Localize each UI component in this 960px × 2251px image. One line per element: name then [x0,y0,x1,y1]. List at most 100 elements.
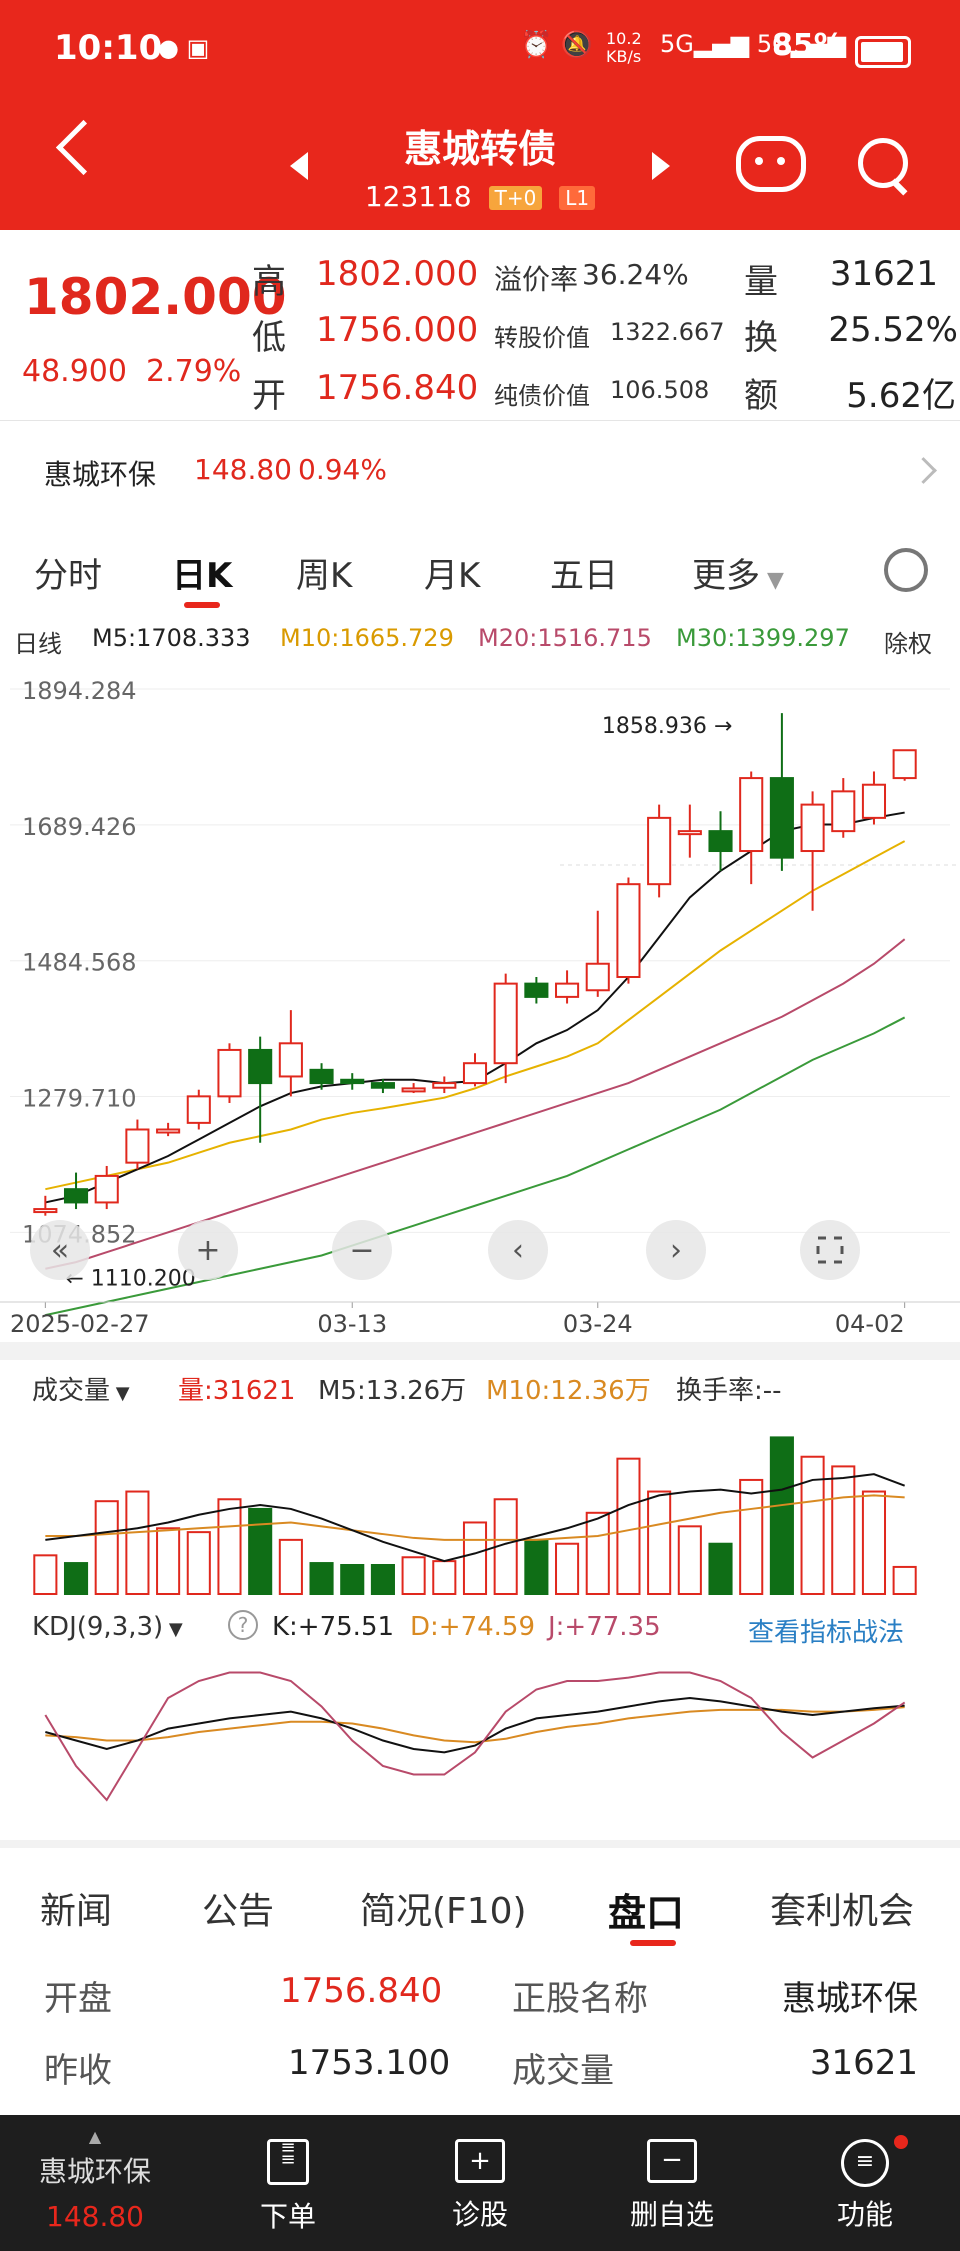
candle-body [33,1208,58,1214]
volume-bar [616,1457,641,1595]
nav-functions-label: 功能 [836,2198,893,2231]
tab-announcements[interactable]: 公告 [202,1882,274,1934]
tab-order-book[interactable]: 盘口 [608,1882,684,1937]
tab-f10[interactable]: 简况(F10) [360,1882,527,1934]
nav-order[interactable]: ≡ ≡ 下单 [218,2115,358,2251]
battery-icon [855,36,911,68]
volume-bar [647,1490,672,1595]
candle-body [800,803,825,853]
tab-arbitrage[interactable]: 套利机会 [770,1882,914,1934]
ma10-label: M10:1665.729 [280,624,454,652]
tab-weekly-k[interactable]: 周K [296,548,352,597]
low-label: 低 [252,318,286,358]
nav-remove-label: 删自选 [629,2198,714,2231]
volume-bar [800,1455,825,1595]
y-tick-label: 1484.568 [22,949,137,977]
nav-functions[interactable]: ≡ 功能 [790,2115,940,2251]
candle-body [524,982,549,998]
volume-bar [156,1527,181,1595]
kdj-label: KDJ(9,3,3) [32,1612,164,1642]
tab-more-label: 更多 [692,556,760,596]
open-label: 开盘 [44,1979,112,2019]
volume-bar [524,1538,549,1596]
y-tick-label: 1279.710 [22,1085,137,1113]
open-value: 1756.840 [280,1971,443,2011]
candle-body [831,790,856,833]
candle-body [677,830,702,836]
kdj-chart[interactable] [0,1650,960,1840]
open-value: 1756.840 [316,368,479,408]
fullscreen-icon[interactable] [800,1220,860,1280]
underlying-row[interactable]: 惠城环保 148.80 0.94% [0,420,960,521]
volume-bar [33,1554,58,1595]
candle-body [769,777,794,859]
ma5-line [45,811,905,1204]
zoom-out-glyph: − [349,1233,374,1268]
volume-bar [401,1556,426,1595]
kline-candles [33,713,917,1216]
settings-icon[interactable] [884,548,928,592]
vol-value: 31621 [829,254,938,294]
volume-ma5: M5:13.26万 [318,1376,467,1406]
tab-more[interactable]: 更多 ▼ [692,548,784,597]
tab-intraday[interactable]: 分时 [34,548,102,597]
chevron-right-icon [910,457,937,484]
y-tick-label: 1689.426 [22,813,137,841]
kline-annotations: 1858.936 → ← 1110.200 [65,714,732,1292]
candle-body [616,883,641,979]
candle-body [370,1082,395,1089]
nav-diagnose[interactable]: + 诊股 [410,2115,550,2251]
x-tick-label: 03-24 [563,1310,633,1338]
candle-body [63,1188,89,1204]
tab-monthly-k[interactable]: 月K [424,548,480,597]
nav-order-label: 下单 [259,2200,316,2233]
nav-underlying[interactable]: ▲ 惠城环保 148.80 [0,2115,190,2251]
notification-dot [894,2135,908,2149]
app-header: 10:10 ● ▣ ⏰ 🔕 10.2 KB/s 5G▂▄▆ 5G▂▄▆ 85% … [0,0,960,230]
candle-body [340,1078,365,1085]
volume-bar [94,1500,119,1595]
kline-x-ticks: 2025-02-27 03-13 03-24 04-02 [0,1301,960,1338]
adjust-toggle[interactable]: 除权 [884,624,932,659]
kdj-selector[interactable]: KDJ(9,3,3) ▼ [32,1612,183,1642]
kdj-lines [44,1671,906,1802]
ma10-line [45,840,906,1191]
kdj-d: D:+74.59 [410,1612,535,1642]
candle-body [278,1042,303,1078]
volume-bar [861,1490,887,1595]
high-label: 高 [252,262,286,302]
indicator-strategy-link[interactable]: 查看指标战法 [748,1612,904,1649]
tab-five-day[interactable]: 五日 [550,548,618,597]
candle-body [493,982,518,1065]
next-stock-icon[interactable] [652,152,670,180]
kline-y-ticks: 1894.2841689.4261484.5681279.7101074.852 [22,677,137,1248]
kline-period-label: 日线 [14,630,62,658]
premium-label: 溢价率 [494,263,579,296]
kline-chart[interactable]: 1894.2841689.4261484.5681279.7101074.852… [0,662,960,1342]
ma20-line [45,938,906,1270]
ma-legend: 日线 M5:1708.333 M10:1665.729 M20:1516.715… [0,620,960,662]
tab-daily-k[interactable]: 日K [172,548,232,597]
search-icon[interactable] [858,138,908,188]
x-tick-label: 2025-02-27 [10,1310,149,1338]
stock-code: 123118 [364,180,472,213]
help-icon[interactable]: ? [228,1610,258,1640]
bottom-tabs: 新闻 公告 简况(F10) 盘口 套利机会 [0,1848,960,1968]
high-annotation: 1858.936 → [602,714,732,739]
underlying-price: 148.80 [194,453,292,486]
tab-news[interactable]: 新闻 [40,1882,112,1934]
candle-body [739,777,764,853]
volume-selector[interactable]: 成交量 ▼ [32,1370,130,1407]
volume-bar [739,1478,764,1595]
volume-bar [278,1538,303,1596]
diagnose-icon: + [455,2139,505,2183]
candle-body [94,1174,119,1204]
volume-bar [708,1542,733,1596]
volume-bar [309,1562,334,1595]
volume-chart[interactable] [0,1410,960,1600]
ma30-label: M30:1399.297 [676,624,850,652]
volume-bar [370,1564,395,1595]
community-icon[interactable] [736,136,806,192]
bond-value: 106.508 [610,376,710,404]
nav-remove-watchlist[interactable]: − 删自选 [602,2115,742,2251]
